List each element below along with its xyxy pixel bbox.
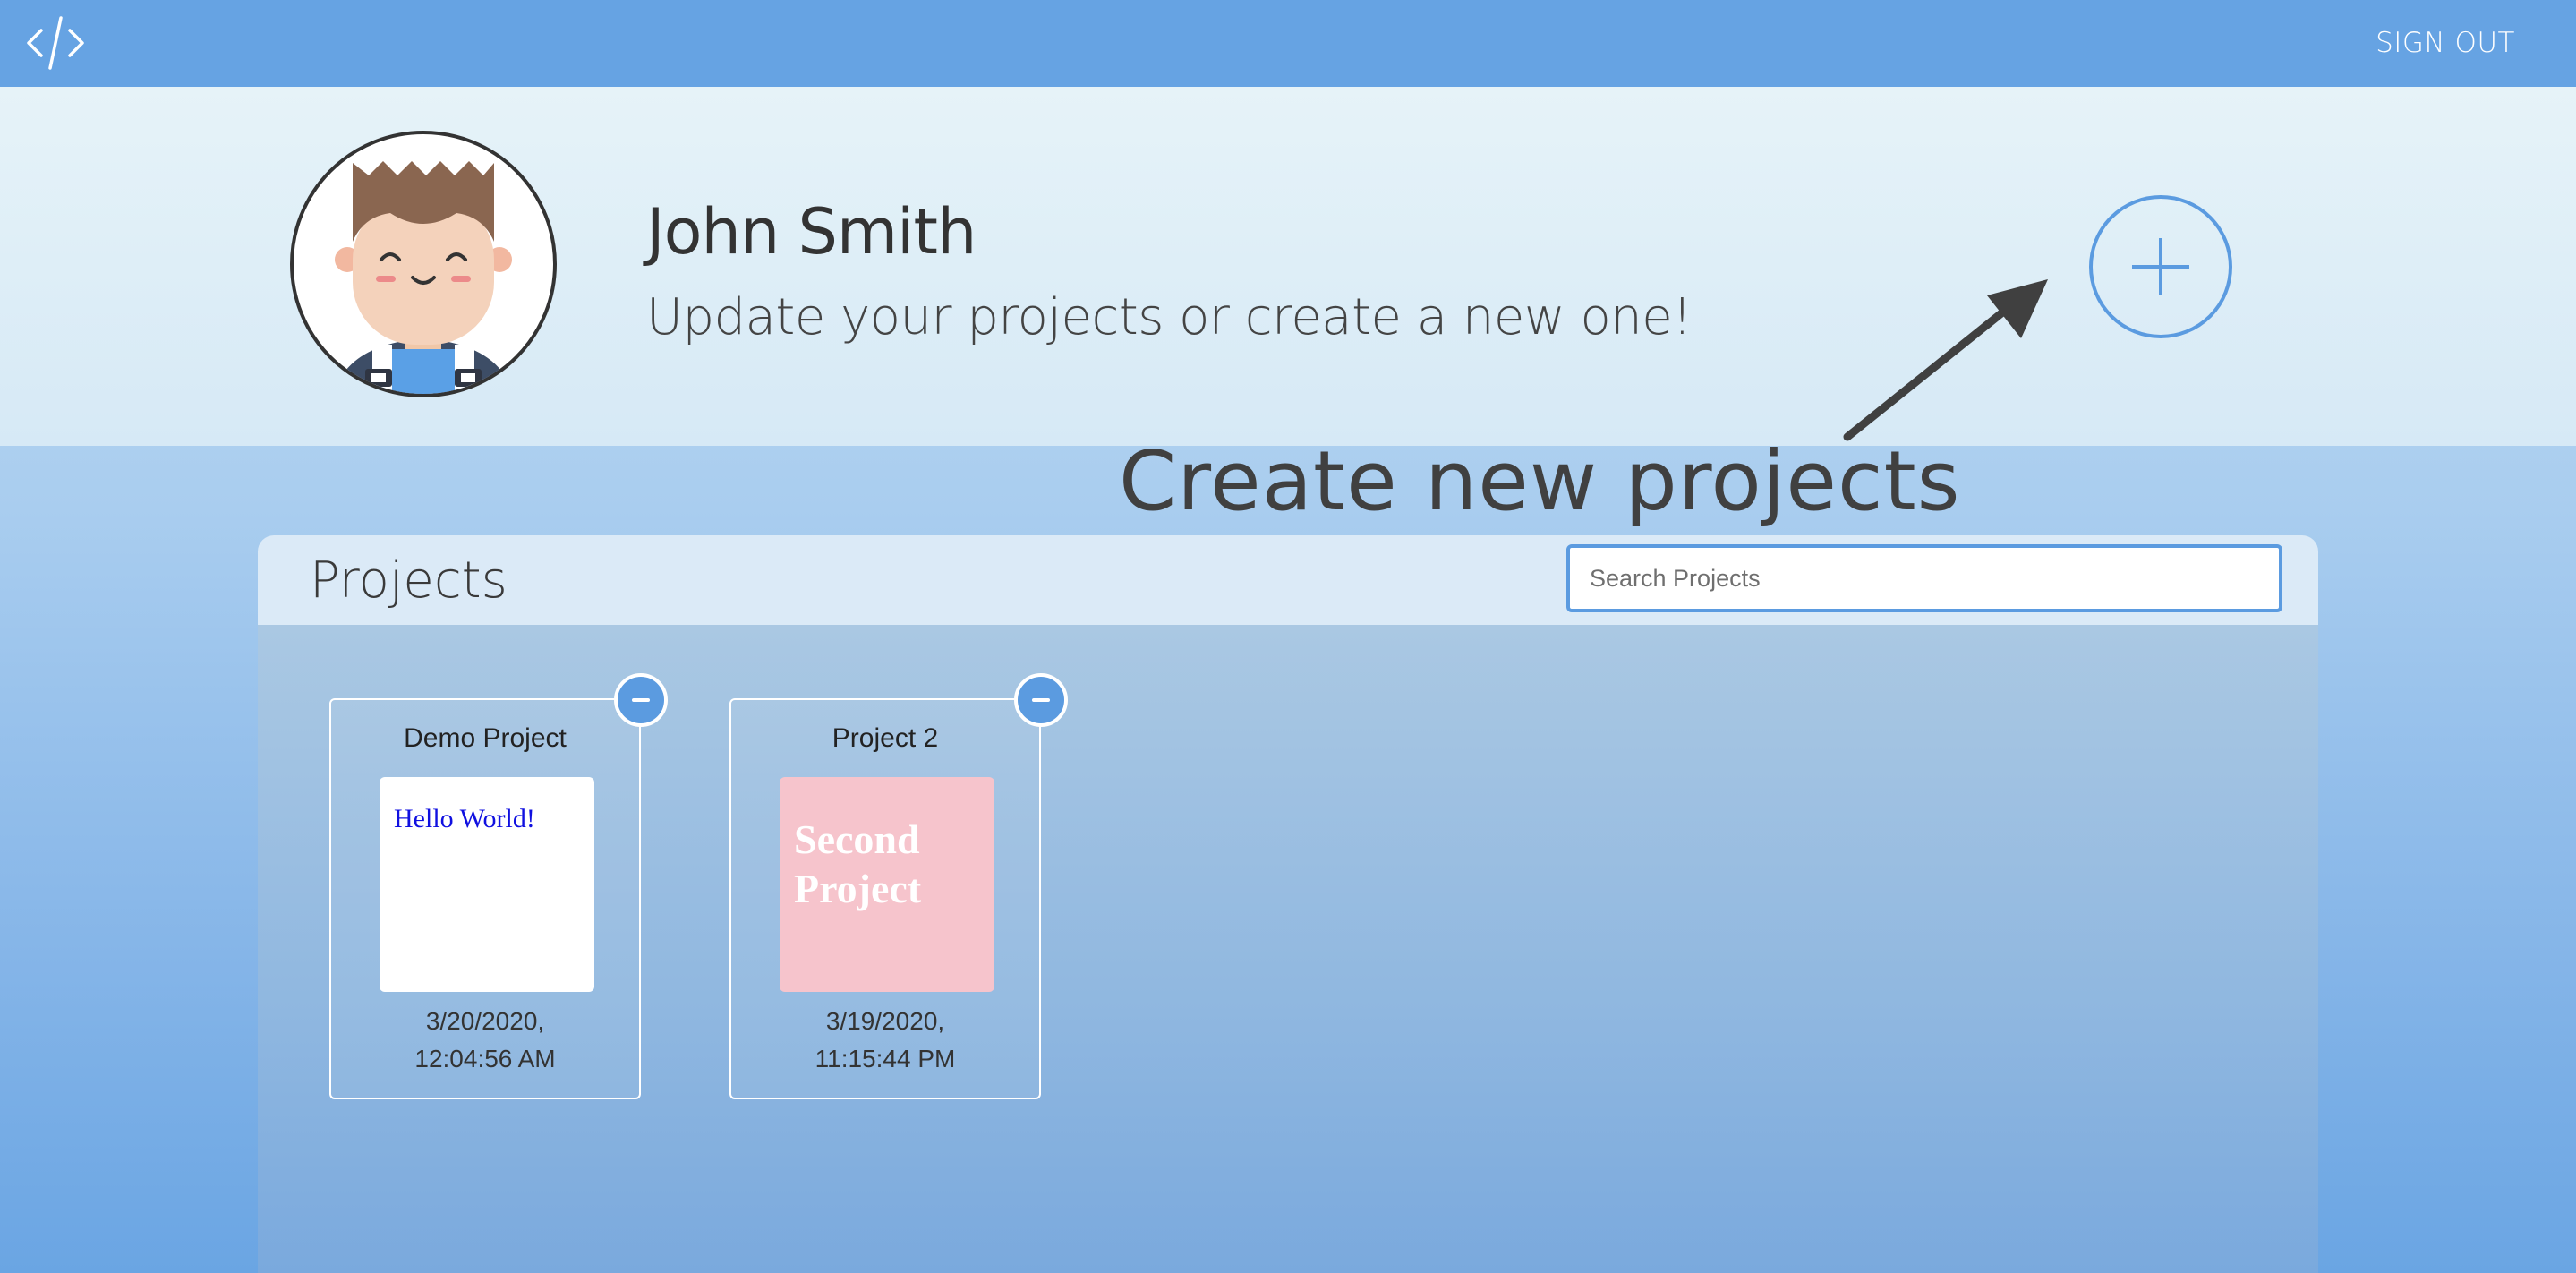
remove-project-button[interactable]: [1014, 673, 1068, 727]
project-date: 3/20/2020, 12:04:56 AM: [331, 1003, 639, 1078]
project-name: Demo Project: [404, 723, 567, 753]
project-date-line: 3/19/2020,: [825, 1007, 945, 1035]
projects-panel: Projects Demo Project Hello World! 3/20/…: [258, 535, 2318, 1273]
project-time-line: 11:15:44 PM: [815, 1045, 956, 1072]
boy-avatar-icon: [334, 161, 513, 394]
project-date: 3/19/2020, 11:15:44 PM: [731, 1003, 1039, 1078]
create-projects-annotation: Create new projects: [1119, 433, 1961, 529]
project-date-line: 3/20/2020,: [425, 1007, 545, 1035]
projects-grid: Demo Project Hello World! 3/20/2020, 12:…: [258, 625, 2318, 1273]
add-project-button[interactable]: [2089, 195, 2232, 338]
project-card[interactable]: Demo Project Hello World! 3/20/2020, 12:…: [329, 673, 668, 1099]
project-preview-text: Hello World!: [394, 804, 535, 833]
avatar: [290, 131, 557, 397]
project-thumbnail[interactable]: Second Project: [780, 777, 994, 992]
profile-subtitle: Update your projects or create a new one…: [646, 288, 1693, 346]
code-brackets-icon[interactable]: [23, 13, 88, 73]
remove-project-button[interactable]: [614, 673, 668, 727]
project-name: Project 2: [832, 723, 939, 753]
plus-icon: [2132, 238, 2189, 295]
project-time-line: 12:04:56 AM: [414, 1045, 556, 1072]
project-card[interactable]: Project 2 Second Project 3/19/2020, 11:1…: [729, 673, 1068, 1099]
projects-title: Projects: [310, 551, 508, 610]
projects-panel-header: Projects: [258, 535, 2318, 625]
project-preview-text: Second Project: [794, 816, 922, 911]
top-navbar: SIGN OUT: [0, 0, 2576, 87]
arrow-icon: [1835, 269, 2059, 448]
project-thumbnail[interactable]: Hello World!: [380, 777, 594, 992]
search-input[interactable]: [1566, 544, 2282, 612]
user-name: John Smith: [646, 195, 977, 269]
sign-out-button[interactable]: SIGN OUT: [2376, 27, 2515, 59]
